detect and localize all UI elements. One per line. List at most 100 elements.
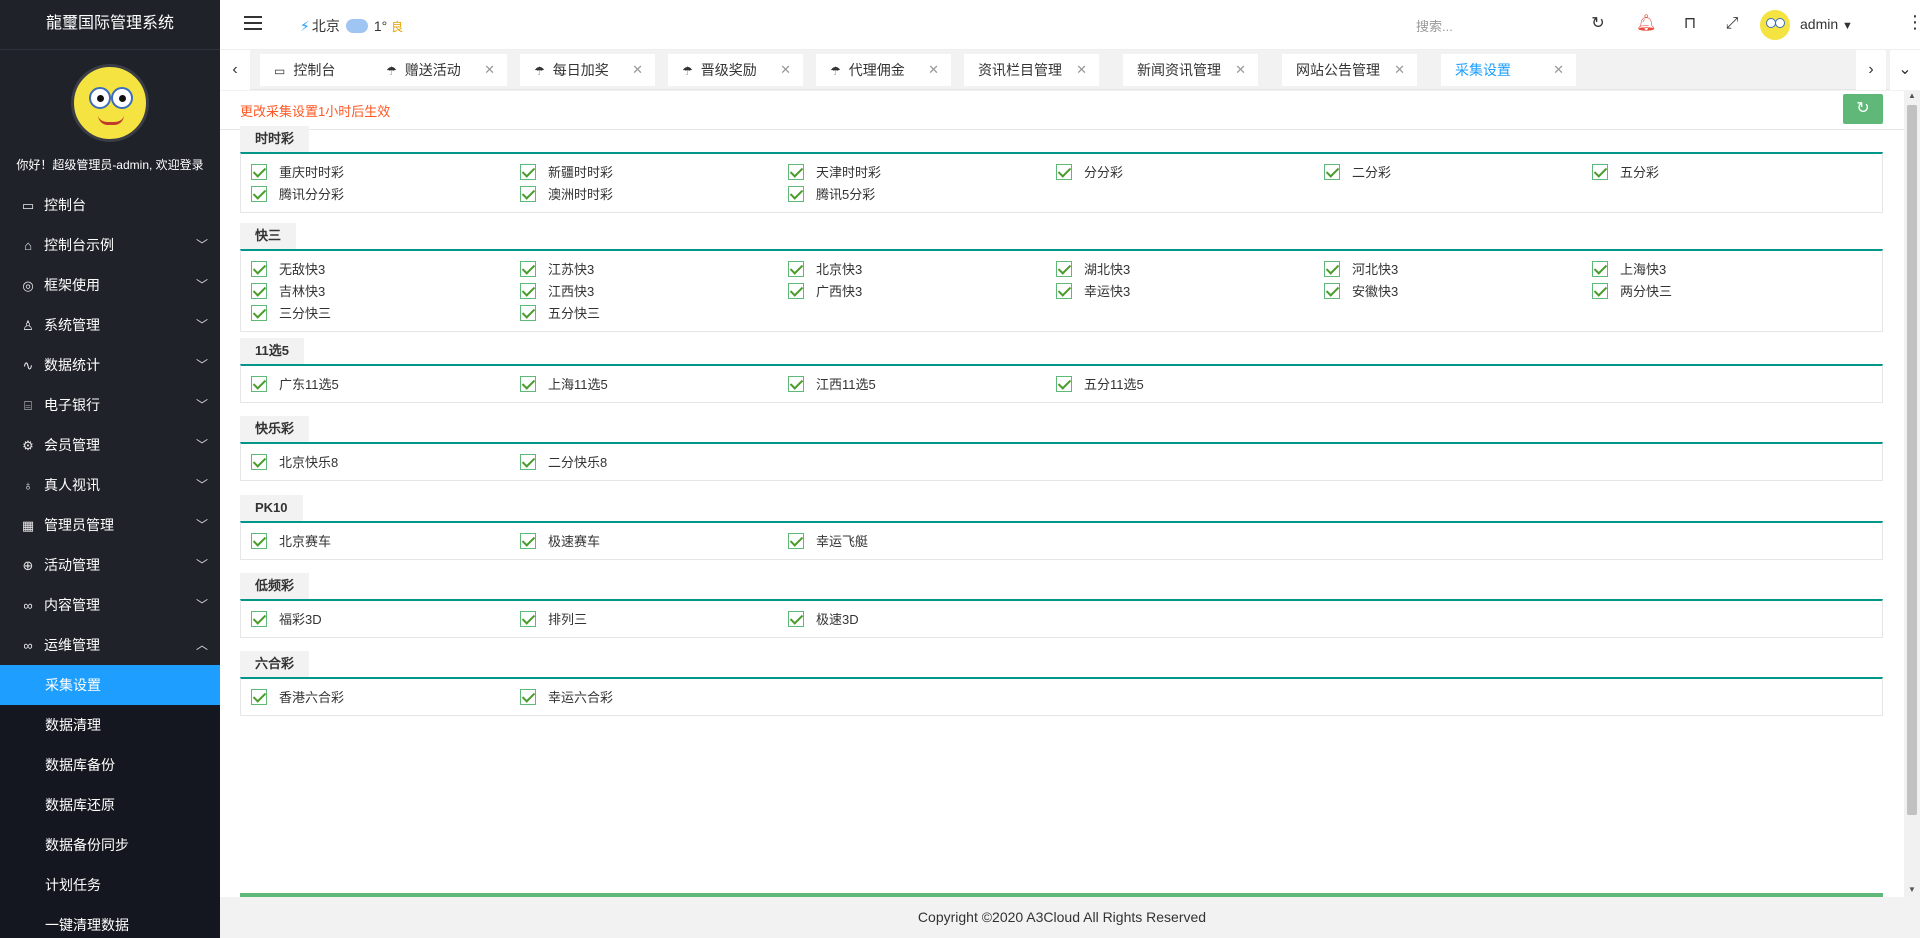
lottery-checkbox[interactable]: 五分11选5 bbox=[1056, 376, 1144, 394]
tab[interactable]: ☂ 每日加奖 ✕ bbox=[520, 54, 655, 86]
close-icon[interactable]: ✕ bbox=[780, 54, 791, 86]
sidebar-subitem[interactable]: 数据库备份 bbox=[0, 745, 220, 785]
scroll-down-icon[interactable]: ▼ bbox=[1904, 885, 1920, 897]
lottery-checkbox[interactable]: 河北快3 bbox=[1324, 261, 1398, 279]
checkmark-icon[interactable] bbox=[251, 611, 267, 627]
checkmark-icon[interactable] bbox=[251, 533, 267, 549]
refresh-button[interactable]: ↻ bbox=[1843, 94, 1883, 124]
lottery-checkbox[interactable]: 广西快3 bbox=[788, 283, 862, 301]
sidebar-item[interactable]: ◎ 框架使用 ﹀ bbox=[0, 265, 220, 305]
checkmark-icon[interactable] bbox=[251, 261, 267, 277]
checkmark-icon[interactable] bbox=[520, 376, 536, 392]
checkmark-icon[interactable] bbox=[1324, 283, 1340, 299]
tabs-prev-icon[interactable]: ‹ bbox=[220, 50, 250, 90]
lottery-checkbox[interactable]: 天津时时彩 bbox=[788, 164, 881, 182]
checkmark-icon[interactable] bbox=[520, 305, 536, 321]
lottery-checkbox[interactable]: 上海快3 bbox=[1592, 261, 1666, 279]
checkmark-icon[interactable] bbox=[251, 454, 267, 470]
checkmark-icon[interactable] bbox=[1056, 164, 1072, 180]
lottery-checkbox[interactable]: 重庆时时彩 bbox=[251, 164, 344, 182]
checkmark-icon[interactable] bbox=[251, 305, 267, 321]
checkmark-icon[interactable] bbox=[788, 164, 804, 180]
lottery-checkbox[interactable]: 排列三 bbox=[520, 611, 587, 629]
user-avatar[interactable] bbox=[1760, 10, 1790, 40]
sidebar-item[interactable]: ⌸ 电子银行 ﹀ bbox=[0, 385, 220, 425]
lottery-checkbox[interactable]: 北京快乐8 bbox=[251, 454, 338, 472]
checkmark-icon[interactable] bbox=[251, 689, 267, 705]
checkmark-icon[interactable] bbox=[520, 283, 536, 299]
lottery-checkbox[interactable]: 极速赛车 bbox=[520, 533, 600, 551]
sidebar-item[interactable]: ∞ 内容管理 ﹀ bbox=[0, 585, 220, 625]
lottery-checkbox[interactable]: 分分彩 bbox=[1056, 164, 1123, 182]
sidebar-item[interactable]: ▭ 控制台 bbox=[0, 185, 220, 225]
checkmark-icon[interactable] bbox=[788, 611, 804, 627]
close-icon[interactable]: ✕ bbox=[484, 54, 495, 86]
refresh-icon[interactable]: ↻ bbox=[1588, 14, 1608, 34]
sidebar-item[interactable]: ⚙ 会员管理 ﹀ bbox=[0, 425, 220, 465]
checkmark-icon[interactable] bbox=[251, 186, 267, 202]
tab[interactable]: 网站公告管理 ✕ bbox=[1282, 54, 1417, 86]
sidebar-subitem[interactable]: 数据库还原 bbox=[0, 785, 220, 825]
lottery-checkbox[interactable]: 腾讯分分彩 bbox=[251, 186, 344, 204]
lottery-checkbox[interactable]: 湖北快3 bbox=[1056, 261, 1130, 279]
close-icon[interactable]: ✕ bbox=[1235, 54, 1246, 86]
checkmark-icon[interactable] bbox=[251, 164, 267, 180]
lottery-checkbox[interactable]: 安徽快3 bbox=[1324, 283, 1398, 301]
lottery-checkbox[interactable]: 腾讯5分彩 bbox=[788, 186, 875, 204]
lottery-checkbox[interactable]: 五分彩 bbox=[1592, 164, 1659, 182]
tabs-next-icon[interactable]: › bbox=[1856, 50, 1886, 90]
lottery-checkbox[interactable]: 江西11选5 bbox=[788, 376, 876, 394]
lottery-checkbox[interactable]: 香港六合彩 bbox=[251, 689, 344, 707]
tab[interactable]: ☂ 代理佣金 ✕ bbox=[816, 54, 951, 86]
sidebar-item[interactable]: ♙ 系统管理 ﹀ bbox=[0, 305, 220, 345]
checkmark-icon[interactable] bbox=[1324, 261, 1340, 277]
checkmark-icon[interactable] bbox=[788, 533, 804, 549]
lottery-checkbox[interactable]: 北京赛车 bbox=[251, 533, 331, 551]
checkmark-icon[interactable] bbox=[1592, 261, 1608, 277]
tabs-menu-icon[interactable]: ⌄ bbox=[1890, 50, 1920, 90]
tab[interactable]: ☂ 赠送活动 ✕ bbox=[372, 54, 507, 86]
lottery-checkbox[interactable]: 江西快3 bbox=[520, 283, 594, 301]
close-icon[interactable]: ✕ bbox=[928, 54, 939, 86]
more-vertical-icon[interactable]: ⋮ bbox=[1906, 12, 1920, 33]
close-icon[interactable]: ✕ bbox=[632, 54, 643, 86]
lottery-checkbox[interactable]: 二分快乐8 bbox=[520, 454, 607, 472]
lottery-checkbox[interactable]: 极速3D bbox=[788, 611, 859, 629]
checkmark-icon[interactable] bbox=[520, 611, 536, 627]
sidebar-item[interactable]: ▦ 管理员管理 ﹀ bbox=[0, 505, 220, 545]
lottery-checkbox[interactable]: 幸运六合彩 bbox=[520, 689, 613, 707]
tab[interactable]: ☂ 晋级奖励 ✕ bbox=[668, 54, 803, 86]
sidebar-item[interactable]: ∞ 运维管理 ︿ bbox=[0, 625, 220, 665]
lottery-checkbox[interactable]: 幸运快3 bbox=[1056, 283, 1130, 301]
checkmark-icon[interactable] bbox=[1592, 283, 1608, 299]
lottery-checkbox[interactable]: 澳洲时时彩 bbox=[520, 186, 613, 204]
lottery-checkbox[interactable]: 幸运飞艇 bbox=[788, 533, 868, 551]
close-icon[interactable]: ✕ bbox=[1394, 54, 1405, 86]
checkmark-icon[interactable] bbox=[520, 689, 536, 705]
username-dropdown[interactable]: admin ▼ bbox=[1800, 16, 1853, 32]
checkmark-icon[interactable] bbox=[1056, 261, 1072, 277]
lottery-checkbox[interactable]: 北京快3 bbox=[788, 261, 862, 279]
checkmark-icon[interactable] bbox=[520, 454, 536, 470]
checkmark-icon[interactable] bbox=[520, 261, 536, 277]
checkmark-icon[interactable] bbox=[520, 533, 536, 549]
notification-bell-icon[interactable]: 🔔︎ bbox=[1636, 14, 1656, 34]
lottery-checkbox[interactable]: 广东11选5 bbox=[251, 376, 339, 394]
sidebar-subitem[interactable]: 采集设置 bbox=[0, 665, 220, 705]
lottery-checkbox[interactable]: 上海11选5 bbox=[520, 376, 608, 394]
menu-toggle-icon[interactable] bbox=[244, 16, 262, 30]
fullscreen-icon[interactable]: ⤢ bbox=[1722, 14, 1742, 34]
checkmark-icon[interactable] bbox=[520, 164, 536, 180]
checkmark-icon[interactable] bbox=[251, 376, 267, 392]
close-icon[interactable]: ✕ bbox=[1076, 54, 1087, 86]
checkmark-icon[interactable] bbox=[251, 283, 267, 299]
tab[interactable]: 资讯栏目管理 ✕ bbox=[964, 54, 1099, 86]
avatar[interactable] bbox=[71, 64, 149, 142]
lottery-checkbox[interactable]: 新疆时时彩 bbox=[520, 164, 613, 182]
sidebar-item[interactable]: ⊕ 活动管理 ﹀ bbox=[0, 545, 220, 585]
sidebar-item[interactable]: ♁ 真人视讯 ﹀ bbox=[0, 465, 220, 505]
lottery-checkbox[interactable]: 无敌快3 bbox=[251, 261, 325, 279]
lottery-checkbox[interactable]: 两分快三 bbox=[1592, 283, 1672, 301]
tab[interactable]: 采集设置 ✕ bbox=[1441, 54, 1576, 86]
scroll-thumb[interactable] bbox=[1907, 105, 1917, 815]
